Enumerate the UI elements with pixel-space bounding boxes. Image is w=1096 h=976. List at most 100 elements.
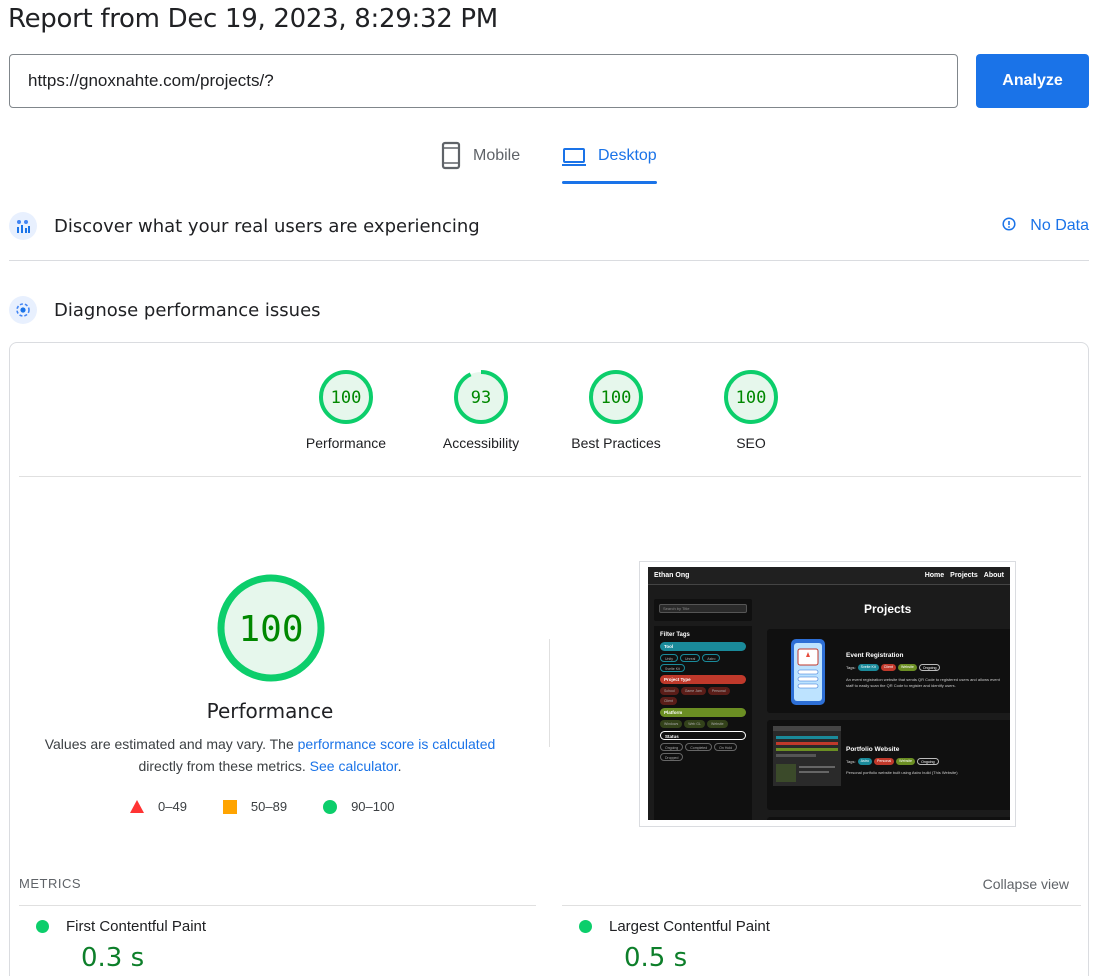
score-calculated-link[interactable]: performance score is calculated: [298, 736, 496, 752]
gauge-label: SEO: [736, 435, 766, 451]
shot-chip: Game Jam: [680, 687, 706, 695]
metrics-divider: [19, 905, 536, 906]
shot-nav-link: Home: [924, 572, 945, 579]
shot-chip: On Hold: [714, 743, 738, 751]
no-data-status[interactable]: No Data: [1002, 209, 1089, 243]
shot-nav-link: Projects: [950, 572, 978, 579]
explain-text: directly from these metrics.: [138, 758, 310, 774]
shot-chip: Astro: [702, 654, 721, 662]
shot-group-bar: Tool: [660, 642, 746, 651]
diagnose-icon: [9, 296, 37, 324]
metric-value: 0.5 s: [624, 943, 688, 973]
users-chart-icon: [9, 212, 37, 240]
laptop-icon: [562, 140, 586, 175]
website-thumbnail-icon: [773, 726, 841, 786]
shot-chip: School: [660, 687, 679, 695]
legend-average: 50–89: [222, 799, 287, 814]
shot-site-name: Ethan Ong: [654, 572, 690, 579]
shot-nav-links: Home Projects About: [919, 572, 1004, 579]
metrics-divider: [562, 905, 1081, 906]
metric-fcp: First Contentful Paint 0.3 s: [36, 918, 206, 973]
pass-circle-icon: [36, 920, 49, 933]
tab-desktop-label: Desktop: [598, 147, 657, 164]
shot-tags-label: Tags:: [846, 759, 856, 764]
phone-illustration-icon: [791, 639, 825, 705]
shot-search-placeholder: Search by Title: [659, 604, 747, 613]
gauge-label: Best Practices: [571, 435, 661, 451]
tab-desktop[interactable]: Desktop: [562, 140, 657, 184]
shot-project-card: Event Registration Tags: Svelte Kit Clie…: [767, 629, 1010, 713]
device-tabs: Mobile Desktop: [0, 140, 1096, 186]
report-title: Report from Dec 19, 2023, 8:29:32 PM: [8, 4, 498, 34]
pass-circle-icon: [579, 920, 592, 933]
url-input[interactable]: [9, 54, 958, 108]
legend-fail: 0–49: [130, 799, 187, 814]
score-gauge-accessibility[interactable]: 93 Accessibility: [421, 369, 541, 451]
lighthouse-card: 100 Performance 93 Accessibility 100 Bes…: [9, 342, 1089, 976]
shot-chip: Personal: [707, 687, 730, 695]
score-gauge-performance[interactable]: 100 Performance: [286, 369, 406, 451]
shot-chip: Completed: [685, 743, 713, 751]
shot-chip-row: Windows Web GL Website: [660, 720, 746, 728]
legend-range: 0–49: [158, 799, 187, 814]
see-calculator-link[interactable]: See calculator: [310, 758, 398, 774]
shot-card-title: Portfolio Website: [846, 746, 900, 753]
shot-tag: Website: [897, 664, 917, 671]
gauge-ring: 100: [319, 370, 373, 424]
scores-divider: [19, 476, 1081, 477]
shot-group-bar: Platform: [660, 708, 746, 717]
shot-tag: Website: [896, 758, 916, 765]
metrics-heading: METRICS: [19, 876, 81, 891]
screenshot-content: Ethan Ong Home Projects About Projects Sea…: [648, 567, 1010, 820]
shot-nav-link: About: [983, 572, 1004, 579]
metric-name: Largest Contentful Paint: [609, 918, 770, 935]
shot-tag: Personal: [873, 758, 895, 765]
shot-page-title: Projects: [864, 602, 912, 616]
shot-group-bar: Project Type: [660, 675, 746, 684]
page-screenshot[interactable]: Ethan Ong Home Projects About Projects Sea…: [639, 561, 1016, 827]
performance-score: 100: [238, 609, 303, 650]
shot-tag: Ongoing: [918, 664, 941, 671]
collapse-view-button[interactable]: Collapse view: [983, 876, 1069, 892]
section-divider: [9, 260, 1089, 261]
shot-chip: Client: [660, 697, 677, 705]
gauge-ring: 93: [454, 370, 508, 424]
no-data-label: No Data: [1030, 217, 1089, 234]
legend-range: 90–100: [351, 799, 395, 814]
triangle-icon: [130, 800, 144, 813]
shot-tag: Ongoing: [917, 758, 939, 765]
gauge-label: Accessibility: [442, 435, 520, 451]
shot-chip-row: Ongoing Completed On Hold Dropped: [660, 743, 746, 761]
score-gauge-best-practices[interactable]: 100 Best Practices: [556, 369, 676, 451]
shot-card-title: Event Registration: [846, 652, 904, 659]
diagnose-row: Diagnose performance issues: [9, 293, 1089, 327]
gauge-value: 100: [331, 388, 362, 408]
field-data-row: Discover what your real users are experi…: [9, 209, 1089, 243]
shot-sidebar: Search by Title Filter Tags Tool Unity U…: [654, 599, 752, 820]
shot-chip-row: School Game Jam Personal Client: [660, 687, 746, 705]
shot-chip: Windows: [660, 720, 683, 728]
shot-chip-row: Unity Unreal Astro Svelte Kit: [660, 654, 746, 672]
info-icon: [1002, 216, 1016, 236]
score-gauge-seo[interactable]: 100 SEO: [691, 369, 811, 451]
analyze-button[interactable]: Analyze: [976, 54, 1089, 108]
shot-card-desc: An event registration website that sends…: [846, 677, 1000, 688]
gauge-label: Performance: [305, 435, 387, 451]
shot-card-desc: Personal portfolio website built using A…: [846, 770, 958, 775]
circle-icon: [323, 799, 338, 814]
gauge-value: 93: [471, 388, 491, 408]
shot-group-bar: Status: [660, 731, 746, 740]
tab-mobile[interactable]: Mobile: [441, 140, 520, 184]
shot-chip: Website: [706, 720, 728, 728]
shot-chip: Ongoing: [660, 743, 684, 751]
metric-value: 0.3 s: [81, 943, 145, 973]
explain-text: .: [397, 758, 402, 774]
shot-filter-panel: Filter Tags Tool Unity Unreal Astro Svel…: [654, 626, 752, 820]
gauge-value: 100: [736, 388, 767, 408]
shot-card-tags: Tags: Astro Personal Website Ongoing: [846, 758, 939, 765]
shot-tag: Svelte Kit: [857, 664, 879, 671]
square-icon: [222, 799, 237, 814]
phone-icon: [441, 140, 461, 175]
shot-tag: Client: [880, 664, 896, 671]
shot-chip: Svelte Kit: [660, 664, 685, 672]
